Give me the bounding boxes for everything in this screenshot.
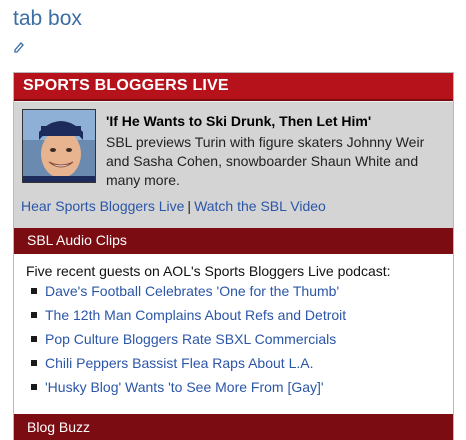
bullet-icon	[31, 384, 37, 390]
blog-buzz-heading[interactable]: Blog Buzz	[14, 414, 453, 440]
feature-description: SBL previews Turin with figure skaters J…	[106, 134, 425, 188]
widget-header: SPORTS BLOGGERS LIVE	[14, 73, 453, 101]
list-item: The 12th Man Complains About Refs and De…	[31, 306, 453, 330]
sports-bloggers-widget: SPORTS BLOGGERS LIVE 'If He Wants to Ski…	[13, 72, 454, 440]
bullet-icon	[31, 312, 37, 318]
audio-clips-intro: Five recent guests on AOL's Sports Blogg…	[26, 263, 391, 279]
watch-sbl-video-link[interactable]: Watch the SBL Video	[194, 198, 326, 214]
feature-panel: 'If He Wants to Ski Drunk, Then Let Him'…	[14, 101, 453, 228]
feature-links: Hear Sports Bloggers Live | Watch the SBL …	[21, 198, 326, 214]
athlete-photo[interactable]	[22, 109, 96, 183]
audio-clip-link[interactable]: The 12th Man Complains About Refs and De…	[45, 307, 346, 323]
audio-clips-heading[interactable]: SBL Audio Clips	[14, 228, 453, 254]
page-title: tab box	[13, 7, 82, 30]
audio-clip-link[interactable]: Dave's Football Celebrates 'One for the …	[45, 283, 339, 299]
bullet-icon	[31, 288, 37, 294]
bullet-icon	[31, 336, 37, 342]
audio-clip-link[interactable]: 'Husky Blog' Wants 'to See More From [Ga…	[45, 379, 324, 395]
edit-icon[interactable]	[14, 41, 24, 56]
audio-clip-link[interactable]: Chili Peppers Bassist Flea Raps About L.…	[45, 355, 313, 371]
link-separator: |	[187, 198, 192, 214]
bullet-icon	[31, 360, 37, 366]
hear-sbl-link[interactable]: Hear Sports Bloggers Live	[21, 198, 184, 214]
list-item: Pop Culture Bloggers Rate SBXL Commercia…	[31, 330, 453, 354]
feature-headline[interactable]: 'If He Wants to Ski Drunk, Then Let Him'	[106, 113, 371, 129]
audio-clips-list: Dave's Football Celebrates 'One for the …	[14, 282, 453, 402]
list-item: Chili Peppers Bassist Flea Raps About L.…	[31, 354, 453, 378]
list-item: 'Husky Blog' Wants 'to See More From [Ga…	[31, 378, 453, 402]
list-item: Dave's Football Celebrates 'One for the …	[31, 282, 453, 306]
audio-clip-link[interactable]: Pop Culture Bloggers Rate SBXL Commercia…	[45, 331, 336, 347]
